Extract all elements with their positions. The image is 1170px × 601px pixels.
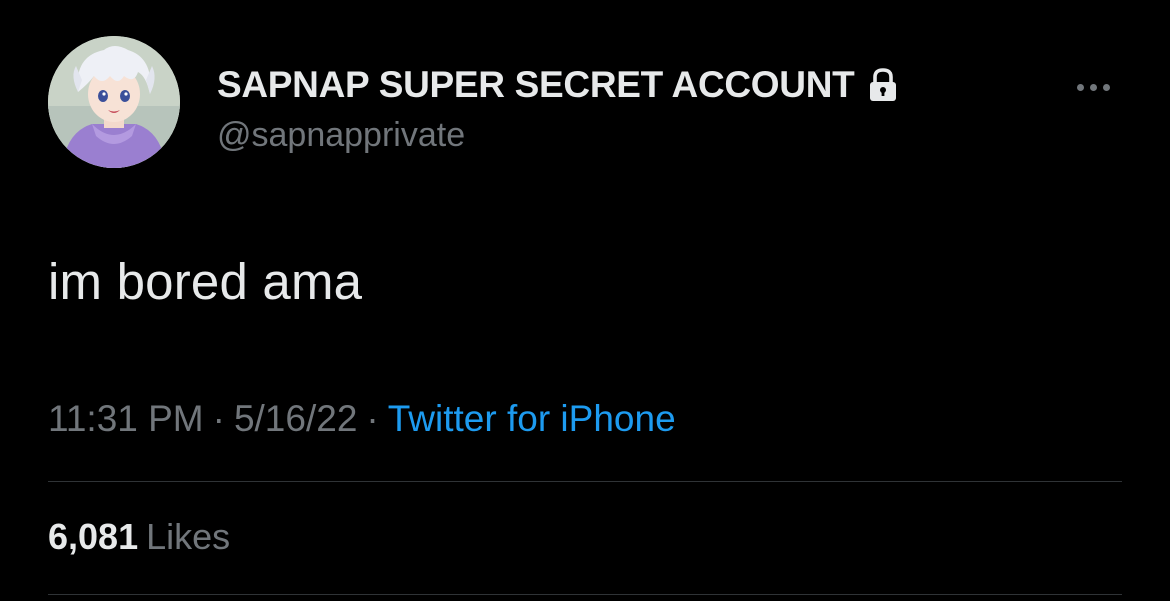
likes-stat[interactable]: 6,081 Likes bbox=[48, 516, 230, 558]
avatar[interactable] bbox=[48, 36, 180, 168]
author-name-row[interactable]: SAPNAP SUPER SECRET ACCOUNT bbox=[217, 62, 900, 108]
meta-separator: · bbox=[366, 398, 379, 439]
tweet-date[interactable]: 5/16/22 bbox=[234, 398, 357, 439]
avatar-illustration bbox=[48, 36, 180, 168]
lock-icon bbox=[866, 67, 900, 103]
more-dot bbox=[1076, 83, 1084, 91]
tweet-text: im bored ama bbox=[48, 253, 363, 310]
meta-separator: · bbox=[212, 398, 225, 439]
likes-count: 6,081 bbox=[48, 516, 139, 557]
divider bbox=[48, 594, 1122, 595]
more-dot bbox=[1102, 83, 1110, 91]
tweet-detail: SAPNAP SUPER SECRET ACCOUNT @sapnappriva… bbox=[0, 0, 1170, 601]
more-dot bbox=[1089, 83, 1097, 91]
divider bbox=[48, 481, 1122, 482]
author-handle[interactable]: @sapnapprivate bbox=[217, 116, 465, 155]
more-options-icon[interactable] bbox=[1068, 72, 1118, 102]
tweet-time[interactable]: 11:31 PM bbox=[48, 398, 204, 439]
likes-label: Likes bbox=[146, 516, 231, 557]
display-name[interactable]: SAPNAP SUPER SECRET ACCOUNT bbox=[217, 64, 855, 106]
tweet-metadata: 11:31 PM · 5/16/22 · Twitter for iPhone bbox=[48, 398, 676, 440]
tweet-source-link[interactable]: Twitter for iPhone bbox=[388, 398, 676, 439]
